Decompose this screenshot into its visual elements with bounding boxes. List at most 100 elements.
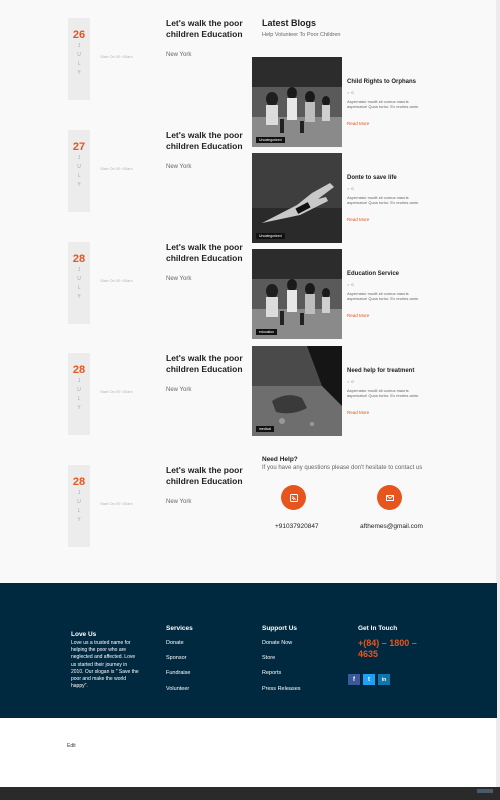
twitter-icon[interactable]: t bbox=[363, 674, 375, 685]
read-more-link[interactable]: Read More bbox=[347, 410, 369, 415]
footer-contact-phone[interactable]: +(84) – 1800 – 4635 bbox=[358, 638, 428, 660]
footer-services: Services Donate Sponsor Fundraise Volunt… bbox=[166, 625, 193, 701]
hand-on-ground-photo[interactable]: medical bbox=[252, 346, 342, 436]
mail-icon[interactable] bbox=[377, 485, 402, 510]
event-month-letter: Y bbox=[77, 517, 81, 523]
outstretched-hand-photo[interactable]: Uncategorized bbox=[252, 153, 342, 243]
post-title[interactable]: Need help for treatment bbox=[347, 368, 414, 374]
event-time: Start On 09 :00am bbox=[100, 166, 133, 171]
event-time: Start On 09 :00am bbox=[100, 389, 133, 394]
post-meta: ○ 0 bbox=[347, 282, 354, 287]
post-category-tag[interactable]: education bbox=[256, 329, 278, 335]
comment-count: 0 bbox=[351, 379, 354, 384]
site-footer: Love Us Love us a trusted name for helpi… bbox=[0, 583, 497, 718]
comment-icon: ○ bbox=[347, 90, 350, 95]
contact-email[interactable]: afthemes@gmail.com bbox=[360, 523, 423, 530]
bottom-bar bbox=[0, 787, 500, 800]
read-more-link[interactable]: Read More bbox=[347, 217, 369, 222]
event-title[interactable]: Let's walk the poor children Education bbox=[166, 353, 256, 375]
event-date: 28 J U L Y bbox=[68, 242, 90, 324]
event-day: 26 bbox=[72, 29, 86, 41]
event-item[interactable]: 27 J U L Y Start On 09 :00am Let's walk … bbox=[68, 130, 248, 212]
footer-about-heading: Love Us bbox=[71, 631, 97, 638]
post-title[interactable]: Donte to save life bbox=[347, 175, 397, 181]
footer-link[interactable]: Donate bbox=[166, 640, 193, 646]
footer-link[interactable]: Press Releases bbox=[262, 686, 301, 692]
footer-about-text: Love us a trusted name for helping the p… bbox=[71, 640, 139, 690]
event-location: New York bbox=[166, 499, 192, 505]
event-month-letter: L bbox=[77, 396, 81, 402]
post-category-tag[interactable]: Uncategorized bbox=[256, 137, 285, 143]
comment-icon: ○ bbox=[347, 186, 350, 191]
facebook-icon[interactable]: f bbox=[348, 674, 360, 685]
children-running-photo[interactable]: Uncategorized bbox=[252, 57, 342, 147]
need-help-section: Need Help? If you have any questions ple… bbox=[262, 456, 422, 471]
comment-count: 0 bbox=[351, 282, 354, 287]
post-excerpt: Aspernatur modit sit cumus mauris aspern… bbox=[347, 291, 420, 302]
event-month-letter: L bbox=[77, 61, 81, 67]
footer-link[interactable]: Volunteer bbox=[166, 686, 193, 692]
post-title[interactable]: Child Rights to Orphans bbox=[347, 79, 416, 85]
event-month-letter: U bbox=[77, 499, 81, 505]
event-date: 28 J U L Y bbox=[68, 353, 90, 435]
event-item[interactable]: 28 J U L Y Start On 09 :00am Let's walk … bbox=[68, 353, 248, 435]
event-month-letter: J bbox=[77, 155, 81, 161]
post-excerpt: Aspernatur modit sit cumus mauris aspern… bbox=[347, 99, 420, 110]
read-more-link[interactable]: Read More bbox=[347, 121, 369, 126]
need-help-text: If you have any questions please don't h… bbox=[262, 465, 423, 471]
footer-support: Support Us Donate Now Store Reports Pres… bbox=[262, 625, 301, 701]
post-excerpt: Aspernatur modit sit cumus mauris aspern… bbox=[347, 195, 420, 206]
need-help-heading: Need Help? bbox=[262, 456, 298, 463]
post-category-tag[interactable]: medical bbox=[256, 426, 275, 432]
comment-icon: ○ bbox=[347, 379, 350, 384]
event-location: New York bbox=[166, 164, 192, 170]
event-title[interactable]: Let's walk the poor children Education bbox=[166, 465, 256, 487]
event-month-letter: Y bbox=[77, 70, 81, 76]
footer-contact-heading: Get In Touch bbox=[358, 625, 398, 632]
footer-link[interactable]: Store bbox=[262, 655, 301, 661]
event-time: Start On 09 :00am bbox=[100, 54, 133, 59]
event-date: 28 J U L Y bbox=[68, 465, 90, 547]
event-month-letter: L bbox=[77, 285, 81, 291]
event-month-letter: L bbox=[77, 508, 81, 514]
post-title[interactable]: Education Service bbox=[347, 271, 399, 277]
bottom-bar-tab[interactable] bbox=[477, 789, 493, 793]
blog-post: Uncategorized Child Rights to Orphans ○ 0… bbox=[252, 57, 422, 147]
blog-post: Uncategorized Donte to save life ○ 0 Aspe… bbox=[252, 153, 422, 243]
event-month-letter: J bbox=[77, 43, 81, 49]
blogs-heading: Latest Blogs bbox=[262, 18, 317, 28]
event-item[interactable]: 28 J U L Y Start On 09 :00am Let's walk … bbox=[68, 465, 248, 547]
post-meta: ○ 0 bbox=[347, 379, 354, 384]
event-month-letter: J bbox=[77, 490, 81, 496]
event-time: Start On 09 :00am bbox=[100, 278, 133, 283]
children-running-photo[interactable]: education bbox=[252, 249, 342, 339]
footer-link[interactable]: Sponsor bbox=[166, 655, 193, 661]
post-meta: ○ 0 bbox=[347, 90, 354, 95]
edit-link[interactable]: Edit bbox=[67, 743, 76, 749]
event-month-letter: L bbox=[77, 173, 81, 179]
event-time: Start On 09 :00am bbox=[100, 501, 133, 506]
event-item[interactable]: 26 J U L Y Start On 09 :00am Let's walk … bbox=[68, 18, 248, 100]
event-location: New York bbox=[166, 387, 192, 393]
linkedin-icon[interactable]: in bbox=[378, 674, 390, 685]
event-day: 28 bbox=[72, 364, 86, 376]
footer-services-heading: Services bbox=[166, 625, 193, 632]
event-title[interactable]: Let's walk the poor children Education bbox=[166, 18, 256, 40]
post-category-tag[interactable]: Uncategorized bbox=[256, 233, 285, 239]
footer-link[interactable]: Reports bbox=[262, 670, 301, 676]
event-month-letter: Y bbox=[77, 294, 81, 300]
footer-link[interactable]: Donate Now bbox=[262, 640, 301, 646]
blog-post: education Education Service ○ 0 Aspernatu… bbox=[252, 249, 422, 339]
event-day: 28 bbox=[72, 476, 86, 488]
event-month-letter: Y bbox=[77, 182, 81, 188]
read-more-link[interactable]: Read More bbox=[347, 313, 369, 318]
contact-phone[interactable]: +91037920847 bbox=[275, 523, 319, 530]
phone-icon[interactable] bbox=[281, 485, 306, 510]
event-title[interactable]: Let's walk the poor children Education bbox=[166, 242, 256, 264]
footer-about: Love Us Love us a trusted name for helpi… bbox=[71, 631, 141, 690]
event-day: 28 bbox=[72, 253, 86, 265]
event-item[interactable]: 28 J U L Y Start On 09 :00am Let's walk … bbox=[68, 242, 248, 324]
footer-link[interactable]: Fundraise bbox=[166, 670, 193, 676]
event-title[interactable]: Let's walk the poor children Education bbox=[166, 130, 256, 152]
blogs-header: Latest Blogs Help Volunteer To Poor Chil… bbox=[262, 18, 340, 38]
